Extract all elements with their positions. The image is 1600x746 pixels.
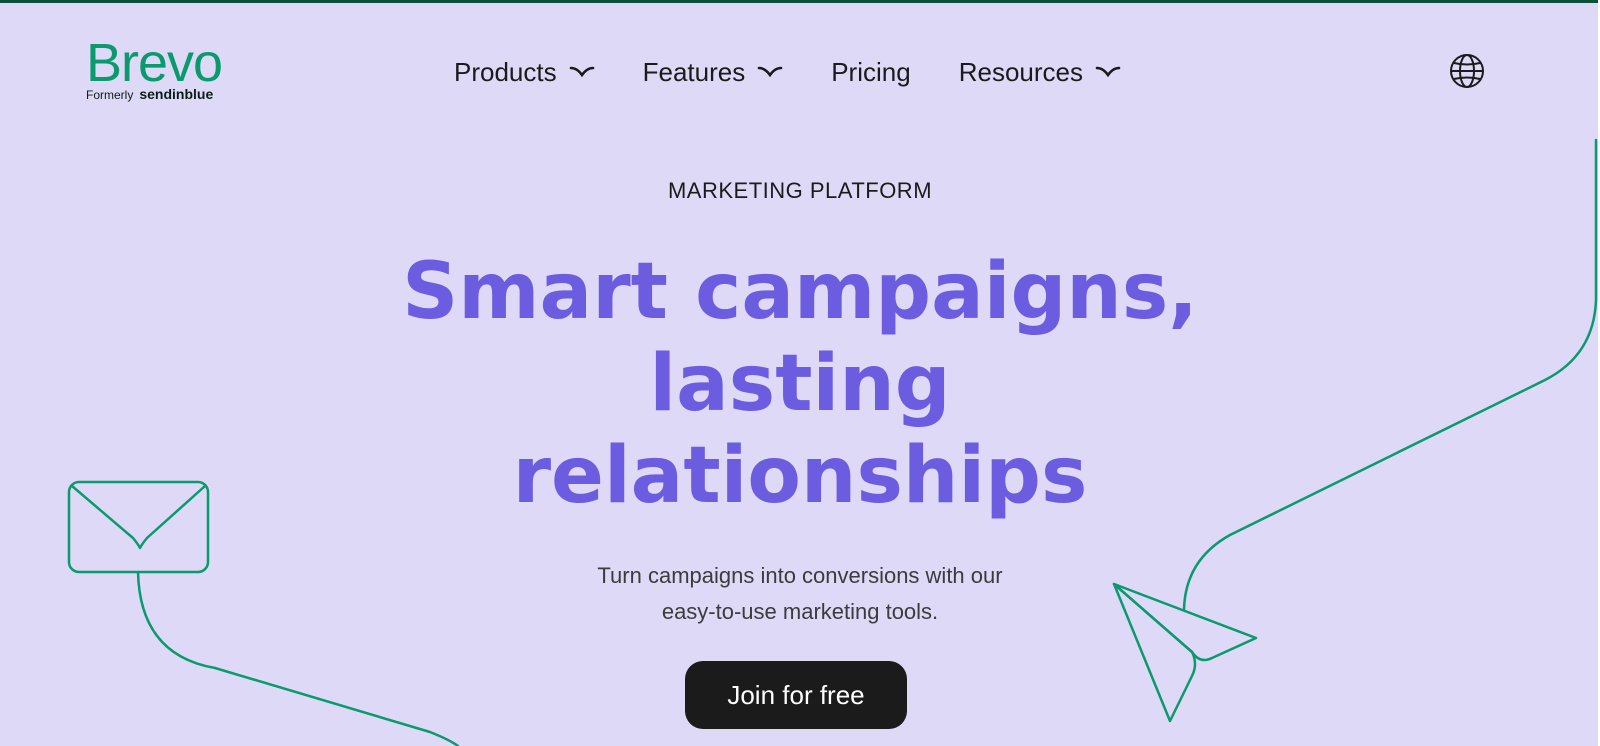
logo-wordmark: Brevo bbox=[86, 33, 223, 93]
nav-item-pricing[interactable]: Pricing bbox=[831, 57, 910, 88]
envelope-trail-line bbox=[136, 570, 460, 746]
nav-label-pricing: Pricing bbox=[831, 56, 911, 87]
join-for-free-button[interactable]: Join for free bbox=[685, 661, 907, 729]
globe-icon[interactable] bbox=[1449, 53, 1485, 89]
hero-subtext: Turn campaigns into conversions with our… bbox=[560, 558, 1040, 630]
subtext-line-2: easy-to-use marketing tools. bbox=[661, 599, 939, 624]
hero-headline: Smart campaigns, lasting relationships bbox=[300, 246, 1300, 522]
nav-item-products[interactable]: Products bbox=[454, 57, 595, 88]
nav-label-resources: Resources bbox=[958, 56, 1083, 87]
top-border bbox=[0, 0, 1600, 3]
envelope-icon bbox=[67, 480, 210, 574]
chevron-down-icon bbox=[1095, 66, 1121, 78]
nav-label-features: Features bbox=[642, 56, 746, 87]
chevron-down-icon bbox=[569, 66, 594, 78]
nav-label-products: Products bbox=[454, 56, 557, 87]
subtext-line-1: Turn campaigns into conversions with our bbox=[597, 563, 1003, 588]
paper-plane-icon bbox=[1112, 582, 1258, 723]
headline-line-1: Smart campaigns, bbox=[402, 247, 1198, 337]
brevo-logo[interactable]: Brevo Formerly sendinblue bbox=[86, 36, 256, 106]
formerly-label: Formerly bbox=[86, 88, 134, 102]
former-brand-name: sendinblue bbox=[139, 86, 214, 102]
headline-line-3: relationships bbox=[512, 431, 1088, 521]
nav-item-features[interactable]: Features bbox=[643, 57, 784, 88]
chevron-down-icon bbox=[757, 66, 783, 78]
logo-subtitle: Formerly sendinblue bbox=[86, 86, 256, 102]
nav-item-resources[interactable]: Resources bbox=[959, 57, 1121, 88]
headline-line-2: lasting bbox=[649, 339, 951, 429]
main-nav: Products Features Pricing Resources bbox=[454, 52, 1169, 92]
hero-eyebrow: MARKETING PLATFORM bbox=[667, 178, 933, 203]
